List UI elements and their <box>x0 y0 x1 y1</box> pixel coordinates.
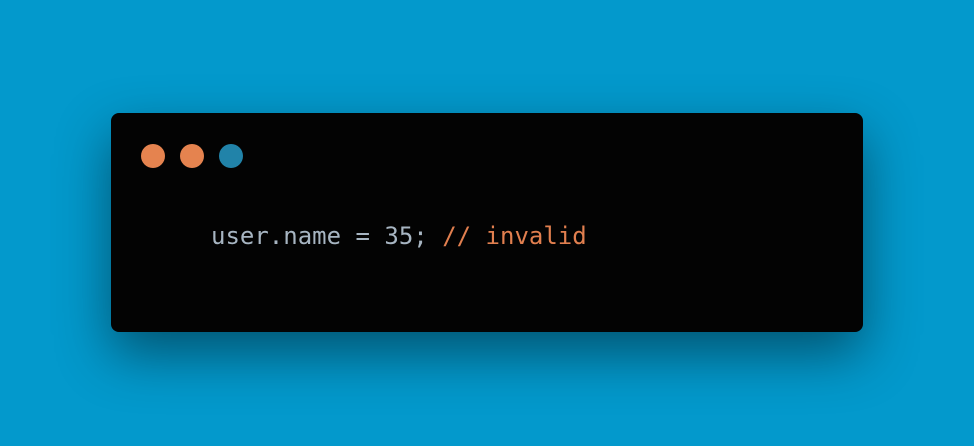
code-comment: // invalid <box>442 222 587 250</box>
window-controls <box>141 144 243 168</box>
code-line: user.name = 35; // invalid <box>211 221 587 251</box>
close-dot-icon[interactable] <box>141 144 165 168</box>
minimize-dot-icon[interactable] <box>180 144 204 168</box>
code-statement: user.name = 35; <box>211 222 428 250</box>
maximize-dot-icon[interactable] <box>219 144 243 168</box>
code-window: user.name = 35; // invalid <box>111 113 863 332</box>
